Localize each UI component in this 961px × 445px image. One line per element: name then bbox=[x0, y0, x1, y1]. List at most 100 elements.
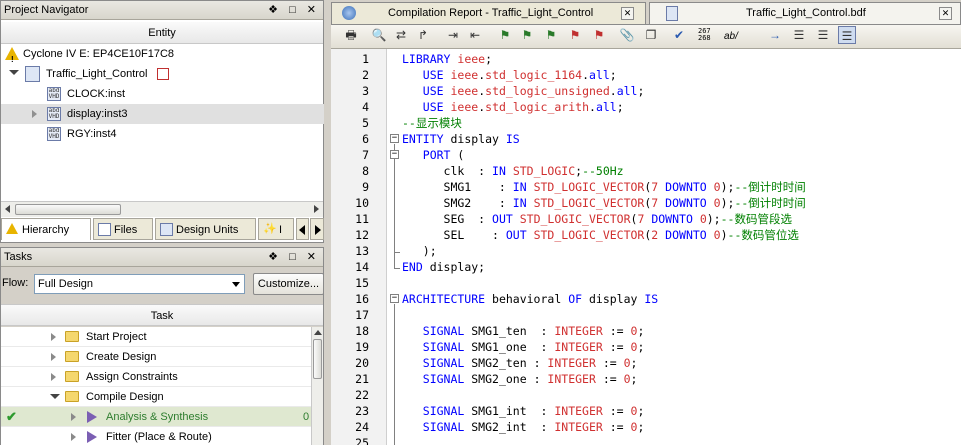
fold-toggle-icon[interactable]: − bbox=[390, 294, 399, 303]
clear-all-bookmarks-icon[interactable]: ⚑ bbox=[590, 26, 608, 44]
bookmark-icon[interactable]: ⚑ bbox=[496, 26, 514, 44]
code-line: clk : IN STD_LOGIC;--50Hz bbox=[402, 164, 624, 178]
folder-icon bbox=[65, 371, 79, 382]
code-editor[interactable]: 1 2 3 4 5 6 7 8 9 10 11 12 13 14 15 16 1… bbox=[331, 49, 961, 445]
tasks-v-scrollbar[interactable] bbox=[311, 327, 323, 445]
scroll-up-arrow-icon[interactable] bbox=[314, 330, 322, 335]
spelling-toggle[interactable]: ab/ bbox=[724, 31, 738, 42]
instance-label: RGY:inst4 bbox=[67, 128, 117, 140]
top-entity-row[interactable]: Traffic_Light_Control bbox=[1, 64, 324, 84]
instance-row[interactable]: abd VHD RGY:inst4 bbox=[1, 124, 324, 144]
code-line: SIGNAL SMG2_int : INTEGER := 0; bbox=[422, 420, 645, 434]
scroll-left-arrow-icon[interactable] bbox=[5, 205, 10, 213]
code-line: SMG2 : IN STD_LOGIC_VECTOR(7 DOWNTO 0);-… bbox=[402, 196, 806, 210]
task-row[interactable]: Compile Design bbox=[1, 387, 311, 407]
play-icon[interactable] bbox=[87, 411, 97, 423]
scroll-thumb[interactable] bbox=[15, 204, 121, 215]
page-setup-icon[interactable]: 🖶 bbox=[342, 26, 360, 44]
clear-bookmark-icon[interactable]: ⚑ bbox=[566, 26, 584, 44]
code-line: SIGNAL SMG1_int : INTEGER := 0; bbox=[422, 404, 645, 418]
arrow-right-icon[interactable]: → bbox=[766, 26, 784, 44]
line-number: 10 bbox=[355, 196, 369, 210]
line-number: 7 bbox=[362, 148, 369, 162]
expand-arrow-icon[interactable] bbox=[51, 333, 56, 341]
tab-design-units-label: Design Units bbox=[176, 224, 239, 236]
tab-hierarchy[interactable]: Hierarchy bbox=[1, 218, 91, 240]
next-bookmark-icon[interactable]: ⚑ bbox=[518, 26, 536, 44]
task-row[interactable]: Assign Constraints bbox=[1, 367, 311, 387]
flow-select[interactable]: Full Design bbox=[34, 274, 245, 294]
task-row[interactable]: Start Project bbox=[1, 327, 311, 347]
tab-files[interactable]: Files bbox=[93, 218, 153, 240]
task-row-selected[interactable]: ✔ Analysis & Synthesis 0 bbox=[1, 407, 311, 427]
collapse-arrow-icon[interactable] bbox=[9, 70, 19, 75]
line-number: 6 bbox=[362, 132, 369, 146]
doc-tab-compilation-report[interactable]: Compilation Report - Traffic_Light_Contr… bbox=[331, 2, 646, 24]
expand-arrow-icon[interactable] bbox=[71, 433, 76, 441]
fold-guide bbox=[394, 144, 395, 269]
flow-select-value: Full Design bbox=[38, 278, 94, 290]
navigator-window-buttons[interactable]: ❖ □ ✕ bbox=[268, 1, 320, 20]
goto-line-icon[interactable]: ↱ bbox=[414, 26, 432, 44]
task-row[interactable]: Fitter (Place & Route) bbox=[1, 427, 311, 445]
close-icon[interactable]: ✕ bbox=[939, 7, 952, 20]
scroll-right-arrow-icon[interactable] bbox=[314, 205, 319, 213]
line-number: 11 bbox=[355, 212, 369, 226]
expand-arrow-icon[interactable] bbox=[32, 110, 37, 118]
prev-bookmark-icon[interactable]: ⚑ bbox=[542, 26, 560, 44]
customize-button[interactable]: Customize... bbox=[253, 273, 324, 295]
entity-column-header[interactable]: Entity bbox=[1, 22, 323, 44]
instance-row[interactable]: abd VHD CLOCK:inst bbox=[1, 84, 324, 104]
collapse-arrow-icon[interactable] bbox=[50, 394, 60, 399]
close-icon[interactable]: ✕ bbox=[621, 7, 634, 20]
code-line: SIGNAL SMG1_ten : INTEGER := 0; bbox=[422, 324, 645, 338]
syntax-check-icon[interactable]: ✔ bbox=[670, 26, 688, 44]
line-number-toggle[interactable]: 267 268 bbox=[698, 28, 711, 42]
navigator-h-scrollbar[interactable] bbox=[1, 201, 323, 217]
line-number-gutter: 1 2 3 4 5 6 7 8 9 10 11 12 13 14 15 16 1… bbox=[331, 49, 387, 445]
line-number: 15 bbox=[355, 276, 369, 290]
fold-toggle-icon[interactable]: − bbox=[390, 150, 399, 159]
top-entity-label: Traffic_Light_Control bbox=[46, 68, 148, 80]
align-right-icon[interactable]: ☰ bbox=[838, 26, 856, 44]
doc-tab-bdf[interactable]: Traffic_Light_Control.bdf ✕ bbox=[649, 2, 961, 24]
code-line: ENTITY display IS bbox=[402, 132, 520, 146]
task-row[interactable]: Create Design bbox=[1, 347, 311, 367]
tab-ip[interactable]: ✨ I bbox=[258, 218, 294, 240]
device-row[interactable]: ! Cyclone IV E: EP4CE10F17C8 bbox=[1, 44, 324, 64]
task-label: Create Design bbox=[86, 351, 157, 363]
line-number: 9 bbox=[362, 180, 369, 194]
attach-icon[interactable]: 📎 bbox=[618, 26, 636, 44]
find-icon[interactable]: 🔍 bbox=[370, 26, 388, 44]
folder-icon bbox=[65, 351, 79, 362]
code-comment: --显示模块 bbox=[402, 116, 462, 130]
hierarchy-icon bbox=[157, 68, 169, 80]
tab-files-label: Files bbox=[114, 224, 138, 236]
code-comment: --50Hz bbox=[582, 164, 624, 178]
code-comment: --倒计时时间 bbox=[734, 196, 806, 210]
outdent-icon[interactable]: ⇤ bbox=[466, 26, 484, 44]
dropdown-arrow-icon[interactable] bbox=[232, 282, 240, 287]
bdf-file-icon bbox=[666, 6, 678, 21]
tasks-window-buttons[interactable]: ❖ □ ✕ bbox=[268, 248, 320, 267]
expand-arrow-icon[interactable] bbox=[71, 413, 76, 421]
folder-icon bbox=[65, 391, 79, 402]
align-center-icon[interactable]: ☰ bbox=[814, 26, 832, 44]
replace-icon[interactable]: ⇄ bbox=[392, 26, 410, 44]
task-label: Assign Constraints bbox=[86, 371, 178, 383]
instance-row-selected[interactable]: abd VHD display:inst3 bbox=[1, 104, 324, 124]
tab-design-units[interactable]: Design Units bbox=[155, 218, 256, 240]
expand-arrow-icon[interactable] bbox=[51, 373, 56, 381]
align-left-icon[interactable]: ☰ bbox=[790, 26, 808, 44]
tab-scroll-right[interactable] bbox=[310, 218, 324, 240]
scroll-thumb[interactable] bbox=[313, 339, 322, 379]
tab-scroll-left[interactable] bbox=[296, 218, 309, 240]
files-icon bbox=[98, 223, 111, 236]
template-icon[interactable]: ❐ bbox=[642, 26, 660, 44]
indent-icon[interactable]: ⇥ bbox=[444, 26, 462, 44]
expand-arrow-icon[interactable] bbox=[51, 353, 56, 361]
fold-toggle-icon[interactable]: − bbox=[390, 134, 399, 143]
bdf-file-icon bbox=[25, 66, 40, 82]
play-icon[interactable] bbox=[87, 431, 97, 443]
task-column-header[interactable]: Task bbox=[1, 304, 323, 326]
